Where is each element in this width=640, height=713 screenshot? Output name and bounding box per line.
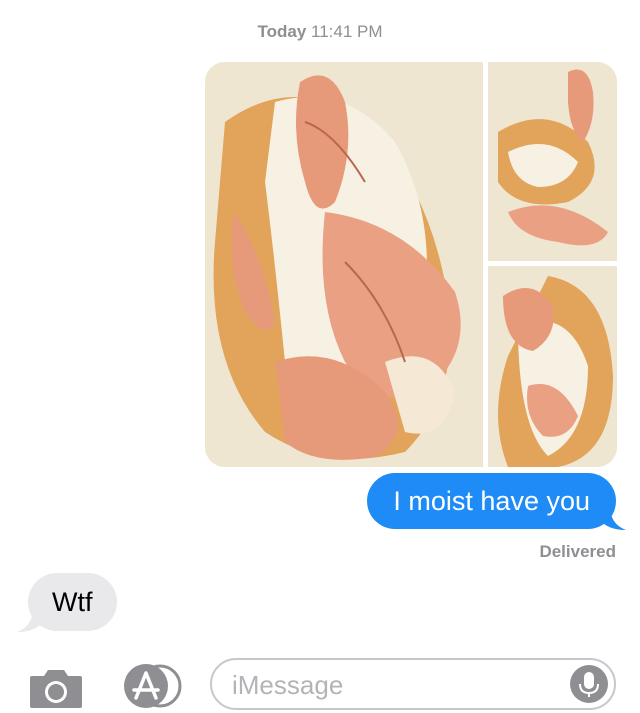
camera-icon (30, 670, 82, 708)
message-input[interactable] (232, 668, 562, 702)
microphone-button[interactable] (570, 665, 608, 703)
attachment-image-2[interactable] (488, 62, 617, 261)
incoming-bubble-tail (17, 608, 43, 632)
attachment-image-1[interactable] (205, 62, 483, 467)
compose-bar (0, 648, 640, 713)
outgoing-message-text: I moist have you (393, 486, 590, 516)
outgoing-bubble-tail (600, 506, 626, 530)
image-attachment-collage[interactable] (205, 62, 617, 467)
delivery-status: Delivered (539, 542, 616, 561)
outgoing-message-bubble[interactable]: I moist have you (367, 473, 616, 529)
attachment-image-3[interactable] (488, 266, 617, 467)
app-store-button[interactable] (120, 664, 182, 708)
camera-button[interactable] (28, 666, 84, 710)
incoming-message-text: Wtf (52, 587, 93, 617)
illustration-lying-figure (488, 62, 617, 261)
message-input-container[interactable] (210, 658, 616, 710)
app-store-icon (124, 664, 182, 708)
timestamp-day: Today (257, 22, 307, 41)
message-timestamp: Today 11:41 PM (0, 22, 640, 42)
illustration-hotdog-figure (205, 62, 483, 467)
microphone-icon (579, 672, 599, 697)
timestamp-time: 11:41 PM (311, 22, 383, 41)
illustration-embrace-figure (488, 266, 617, 467)
